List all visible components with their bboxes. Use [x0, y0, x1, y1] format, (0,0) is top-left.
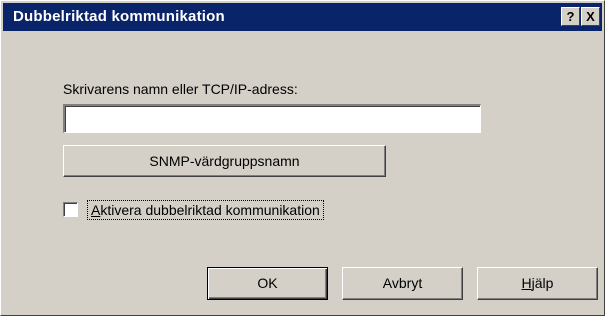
enable-bidirectional-checkbox[interactable]: [63, 202, 78, 217]
help-icon[interactable]: ?: [561, 7, 580, 26]
window-title: Dubbelriktad kommunikation: [13, 8, 225, 25]
title-bar[interactable]: Dubbelriktad kommunikation ? X: [3, 3, 602, 31]
printer-address-label: Skrivarens namn eller TCP/IP-adress:: [63, 81, 298, 97]
dialog-window: Dubbelriktad kommunikation ? X Skrivaren…: [0, 0, 605, 316]
close-icon[interactable]: X: [581, 7, 600, 26]
cancel-button[interactable]: Avbryt: [342, 267, 463, 300]
printer-address-input[interactable]: [63, 104, 481, 133]
help-label-rest: jälp: [531, 275, 554, 291]
label-rest: ktivera dubbelriktad kommunikation: [100, 202, 320, 218]
help-button[interactable]: Hjälp: [477, 267, 598, 300]
snmp-community-button[interactable]: SNMP-värdgruppsnamn: [63, 145, 386, 177]
mnemonic-a: A: [91, 202, 101, 218]
ok-button[interactable]: OK: [207, 267, 328, 300]
enable-bidirectional-label[interactable]: Aktivera dubbelriktad kommunikation: [87, 200, 324, 220]
mnemonic-h: H: [521, 275, 532, 291]
